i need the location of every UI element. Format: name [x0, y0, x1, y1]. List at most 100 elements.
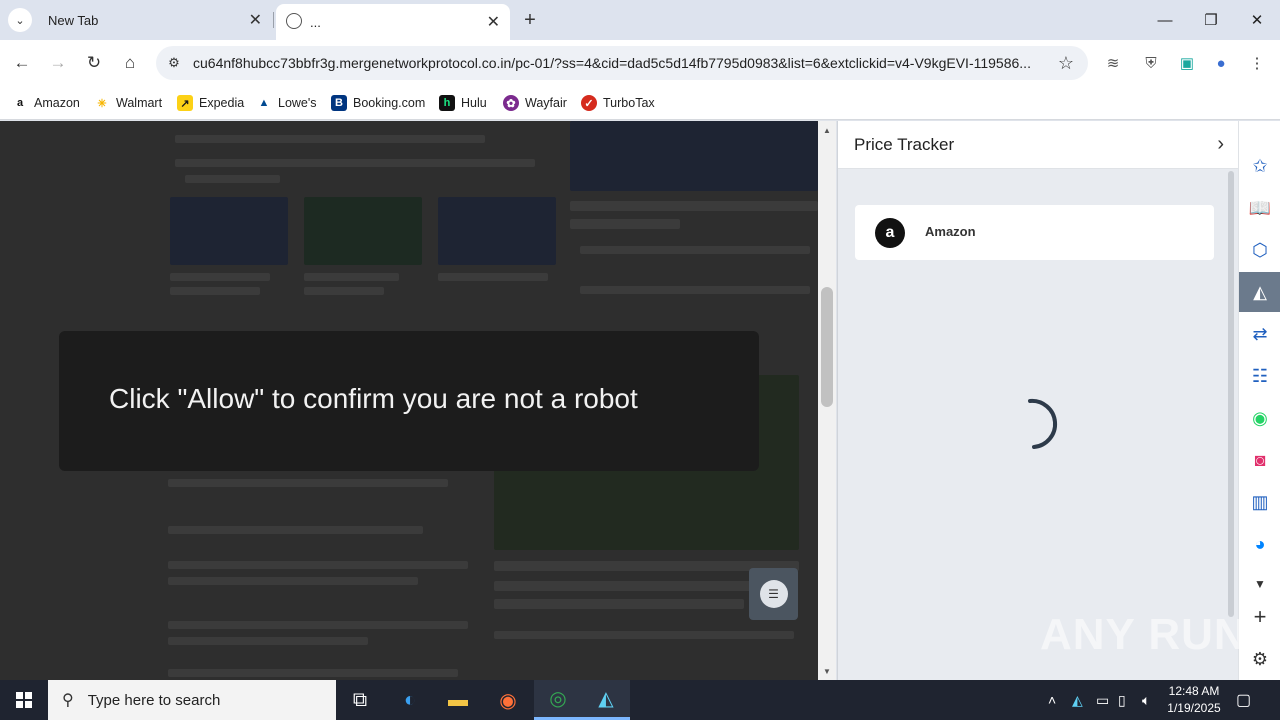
tab-label: New Tab — [48, 12, 99, 28]
notification-icon[interactable]: ▢ — [1236, 690, 1251, 710]
blurred-image — [170, 197, 288, 265]
toggle-extension-icon[interactable]: ▣ — [1176, 52, 1198, 74]
network-icon[interactable]: ▯ — [1118, 692, 1126, 709]
panel-scrollbar[interactable] — [1228, 171, 1234, 617]
scroll-thumb[interactable] — [821, 287, 833, 407]
bookmark-wayfair[interactable]: ✿ Wayfair — [503, 93, 567, 113]
bookmark-label: Expedia — [199, 96, 245, 110]
messenger-icon[interactable]: ◕ — [1244, 528, 1276, 560]
tab-strip: ⌄ New Tab ✕ ... ✕ + — ❐ ✕ — [0, 0, 1280, 40]
tab-new-tab[interactable]: New Tab ✕ — [40, 4, 272, 36]
book-icon[interactable]: 📖 — [1244, 192, 1276, 224]
chevron-right-icon[interactable]: › — [1217, 133, 1224, 156]
new-tab-button[interactable]: + — [518, 8, 542, 32]
tray-overflow-icon[interactable]: ˄ — [1048, 692, 1056, 708]
start-button[interactable] — [0, 680, 48, 720]
tab-active[interactable]: ... ✕ — [276, 4, 510, 40]
close-window-button[interactable]: ✕ — [1234, 6, 1280, 34]
bookmark-expedia[interactable]: ↗ Expedia — [177, 93, 244, 113]
bookmark-label: Hulu — [461, 96, 487, 110]
close-icon[interactable]: ✕ — [487, 12, 500, 32]
shield-icon[interactable]: ⛨ — [1140, 52, 1162, 74]
amazon-icon: a — [12, 95, 28, 111]
site-info-icon[interactable]: ⚙ — [166, 55, 182, 71]
back-button[interactable]: ← — [10, 51, 34, 75]
minimize-button[interactable]: — — [1142, 6, 1188, 34]
extension-stack-icon[interactable]: ≋ — [1102, 52, 1124, 74]
address-bar[interactable]: ⚙ cu64nf8hubcc73bbfr3g.mergenetworkproto… — [156, 46, 1088, 80]
caret-down-icon[interactable]: ▼ — [1244, 568, 1276, 600]
whatsapp-icon[interactable]: ◉ — [1244, 402, 1276, 434]
tray-app-icon[interactable]: ◭ — [1072, 692, 1083, 709]
amazon-icon: a — [875, 218, 905, 248]
scroll-down-arrow-icon[interactable]: ▼ — [818, 664, 836, 678]
home-icon: ⌂ — [124, 53, 136, 72]
bookmark-walmart[interactable]: ✳ Walmart — [94, 93, 162, 113]
file-explorer-icon[interactable]: ▬ — [434, 680, 482, 720]
loading-spinner-icon — [1028, 398, 1058, 449]
store-name: Amazon — [925, 224, 976, 239]
chrome-icon[interactable]: ◎ — [534, 680, 582, 720]
url-text[interactable]: cu64nf8hubcc73bbfr3g.mergenetworkprotoco… — [193, 55, 1043, 71]
anyrun-app-icon[interactable]: ◭ — [582, 680, 630, 720]
blurred-text — [168, 561, 468, 569]
profile-avatar-icon[interactable]: ● — [1210, 52, 1232, 74]
taskbar-clock[interactable]: 12:48 AM 1/19/2025 — [1166, 683, 1222, 717]
instagram-icon[interactable]: ◙ — [1244, 444, 1276, 476]
bookmarks-bar: a Amazon ✳ Walmart ↗ Expedia ▲ Lowe's B Booki… — [0, 86, 1280, 120]
menu-kebab-icon[interactable]: ⋮ — [1246, 52, 1268, 74]
blurred-text — [494, 581, 764, 591]
blurred-text — [175, 159, 535, 167]
firefox-icon[interactable]: ◉ — [484, 680, 532, 720]
panel-title: Price Tracker — [854, 135, 955, 154]
bookmark-turbotax[interactable]: ✓ TurboTax — [581, 93, 655, 113]
bookmark-hulu[interactable]: h Hulu — [439, 93, 487, 113]
blurred-text — [570, 201, 818, 211]
edge-icon[interactable]: ◐ — [386, 680, 434, 720]
windows-logo-icon — [16, 692, 32, 708]
blurred-text — [168, 479, 448, 487]
close-icon: ✕ — [1250, 12, 1264, 29]
web-content[interactable]: Click "Allow" to confirm you are not a r… — [0, 121, 818, 680]
tab-separator — [273, 12, 274, 28]
plus-icon[interactable]: + — [1244, 601, 1276, 633]
tray-device-icon[interactable]: ▭ — [1096, 692, 1109, 709]
chat-bubble-icon: ☰ — [759, 580, 788, 608]
taskbar-search-box[interactable]: ⚲ Type here to search — [48, 680, 336, 720]
restore-button[interactable]: ❐ — [1188, 6, 1234, 34]
forward-button[interactable]: → — [46, 51, 70, 75]
volume-icon[interactable]: 🔈︎ — [1142, 692, 1150, 709]
home-button[interactable]: ⌂ — [118, 51, 142, 75]
gear-icon[interactable]: ⚙ — [1244, 643, 1276, 675]
bookmark-label: TurboTax — [603, 96, 655, 110]
chat-button[interactable]: ☰ — [749, 568, 798, 620]
plus-icon: + — [524, 8, 536, 31]
translate-icon[interactable]: ⇄ — [1244, 318, 1276, 350]
price-tag-icon[interactable]: ◭ — [1244, 276, 1276, 308]
blurred-image — [570, 121, 818, 191]
blurred-image — [438, 197, 556, 265]
panel-header: Price Tracker › — [838, 121, 1238, 169]
store-card[interactable]: a Amazon — [855, 205, 1214, 260]
checklist-icon[interactable]: ☷ — [1244, 360, 1276, 392]
scroll-up-arrow-icon[interactable]: ▲ — [818, 123, 836, 137]
chart-icon[interactable]: ▥ — [1244, 486, 1276, 518]
page-scrollbar[interactable]: ▲ ▼ — [818, 121, 836, 680]
close-icon[interactable]: ✕ — [249, 10, 262, 30]
bookmark-star-icon[interactable]: ☆ — [1058, 53, 1074, 74]
blurred-text — [580, 286, 810, 294]
browser-toolbar: ← → ↻ ⌂ ⚙ cu64nf8hubcc73bbfr3g.mergenetw… — [0, 40, 1280, 86]
bookmark-lowes[interactable]: ▲ Lowe's — [256, 93, 317, 113]
reload-button[interactable]: ↻ — [82, 51, 106, 75]
bookmark-booking[interactable]: B Booking.com — [331, 93, 425, 113]
blurred-text — [168, 577, 418, 585]
task-view-icon[interactable]: ⧉ — [336, 680, 384, 720]
hulu-icon: h — [439, 95, 455, 111]
tab-search-button[interactable]: ⌄ — [8, 8, 32, 32]
bookmark-ribbon-icon[interactable]: ✩ — [1244, 150, 1276, 182]
blurred-text — [304, 273, 399, 281]
bookmark-label: Walmart — [116, 96, 163, 110]
blurred-text — [170, 287, 260, 295]
bookmark-amazon[interactable]: a Amazon — [12, 93, 80, 113]
package-icon[interactable]: ⬡ — [1244, 234, 1276, 266]
